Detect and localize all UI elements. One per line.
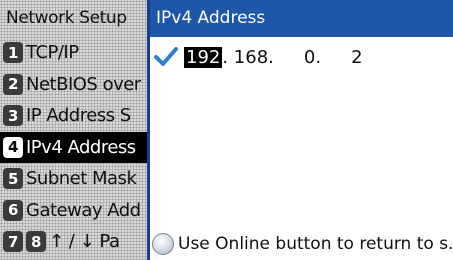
online-hint: Use Online button to return to s... [150, 228, 453, 260]
menu-item-netbios[interactable]: 2 NetBIOS over [0, 69, 147, 101]
menu-item-label: IPv4 Address [26, 136, 136, 158]
checkmark-icon [154, 47, 178, 66]
octet-1-input[interactable]: 192 [184, 46, 223, 68]
number-badge: 7 [3, 231, 23, 253]
number-badge: 4 [3, 136, 23, 158]
paging-label: ↑ / ↓ Pa [49, 231, 120, 253]
menu-item-label: Gateway Add [26, 199, 141, 221]
number-badge: 8 [26, 231, 46, 253]
number-badge: 1 [3, 42, 23, 64]
menu-item-paging[interactable]: 7 8 ↑ / ↓ Pa [0, 226, 147, 258]
online-hint-text: Use Online button to return to s... [178, 234, 453, 254]
number-badge: 2 [3, 73, 23, 95]
menu-list: 1 TCP/IP 2 NetBIOS over 3 IP Address S 4… [0, 37, 147, 258]
octet-3-input[interactable]: 0. [304, 47, 321, 68]
menu-pane: Network Setup 1 TCP/IP 2 NetBIOS over 3 … [0, 0, 147, 260]
menu-title: Network Setup [6, 8, 127, 28]
octet-2-input[interactable]: . 168. [222, 47, 274, 68]
detail-title: IPv4 Address [150, 0, 453, 37]
detail-pane: IPv4 Address 192 . 168. 0. 2 Use Online … [150, 0, 453, 260]
number-badge: 3 [3, 105, 23, 127]
ipv4-address-field[interactable]: 192 . 168. 0. 2 [154, 44, 363, 70]
menu-item-label: IP Address S [26, 105, 131, 127]
menu-item-label: NetBIOS over [26, 73, 141, 95]
number-badge: 6 [3, 199, 23, 221]
menu-item-gateway-address[interactable]: 6 Gateway Add [0, 195, 147, 227]
menu-item-label: TCP/IP [26, 42, 79, 64]
menu-item-tcpip[interactable]: 1 TCP/IP [0, 37, 147, 69]
online-button-icon [152, 233, 174, 255]
network-setup-screen: Network Setup 1 TCP/IP 2 NetBIOS over 3 … [0, 0, 453, 260]
octet-4-input[interactable]: 2 [351, 47, 362, 68]
menu-item-label: Subnet Mask [26, 168, 137, 190]
menu-item-ip-address-setting[interactable]: 3 IP Address S [0, 100, 147, 132]
number-badge: 5 [3, 168, 23, 190]
menu-item-subnet-mask[interactable]: 5 Subnet Mask [0, 163, 147, 195]
menu-item-ipv4-address[interactable]: 4 IPv4 Address [0, 131, 147, 163]
